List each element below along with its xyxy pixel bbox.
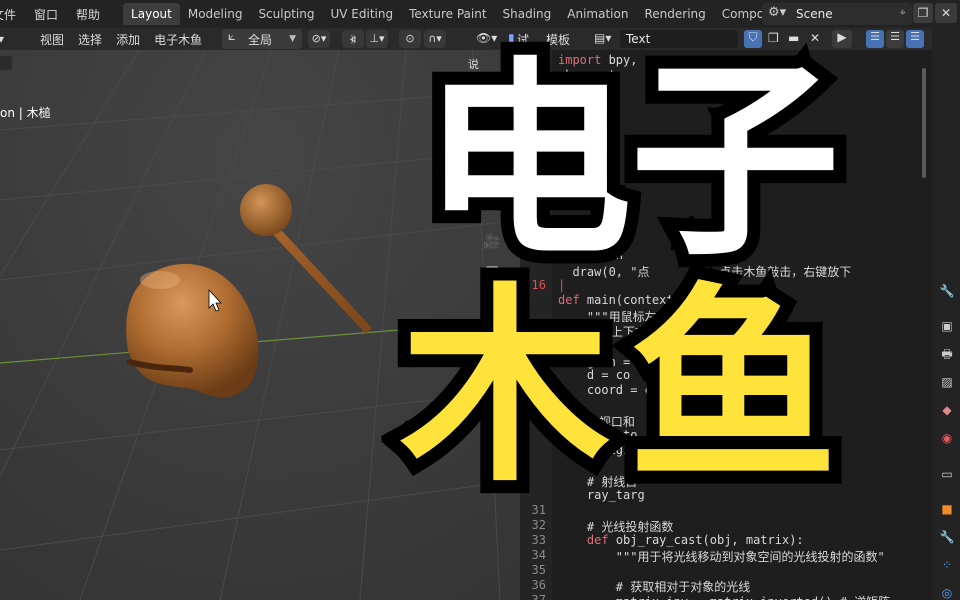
viewport-header: ▾ 视图 选择 添加 电子木鱼 ⟀ 全局 ▼ ⊘▾ ⦖ ⊥▾ ⊙ ∩▾ [0, 28, 470, 50]
menu-view[interactable]: 视图 [33, 31, 71, 48]
editor-scrollbar[interactable] [922, 68, 926, 178]
menu-select[interactable]: 选择 [71, 31, 109, 48]
menu-file[interactable]: 文件 [0, 6, 25, 23]
line-number: 32 [531, 518, 546, 532]
orientation-select[interactable]: ⟀ 全局 ▼ [222, 29, 302, 49]
word-wrap-icon[interactable]: ☰ [886, 30, 904, 48]
title-char-dian: 电 [409, 39, 645, 284]
code-text: def obj_ray_cast(obj, matrix): [586, 533, 804, 547]
line-number: 37 [531, 593, 546, 600]
active-object-label: on | 木槌 [0, 106, 51, 120]
title-char-mu: 木 [387, 265, 623, 510]
chevron-down-icon: ▼ [289, 34, 296, 44]
scene-selector[interactable]: ⚙▾ Scene ⌖ [762, 3, 912, 25]
menu-add[interactable]: 添加 [109, 31, 147, 48]
code-line[interactable]: 32 # 光线投射函数 [520, 518, 932, 534]
modifier-icon[interactable]: 🔧 [939, 529, 955, 545]
line-number: 35 [531, 563, 546, 577]
scene-icon: ⚙▾ [768, 5, 787, 20]
orientation-icon: ⟀ [228, 29, 236, 44]
tab-animation[interactable]: Animation [559, 3, 636, 25]
new-window-icon[interactable]: ❐ [913, 3, 933, 23]
menu-window[interactable]: 窗口 [25, 6, 67, 23]
title-char-yu: 鱼 [615, 265, 851, 510]
output-icon[interactable]: 🖶 [939, 346, 955, 362]
menu-object[interactable]: 电子木鱼 [147, 31, 209, 48]
pivot-icon[interactable]: ⊘▾ [308, 30, 330, 48]
snap-target-icon[interactable]: ⊥▾ [366, 30, 388, 48]
particles-icon[interactable]: ⁘ [939, 557, 955, 573]
code-text: matrix_inv = matrix.inverted() # 逆矩阵 [558, 593, 890, 600]
scene-actions: ❐ ✕ [913, 3, 957, 23]
properties-tab-bar: 🔧 ▣ 🖶 ▨ ◆ ◉ ▭ ■ 🔧 ⁘ ◎ [932, 28, 960, 600]
mallet-head [240, 184, 292, 236]
mode-chevron-icon[interactable]: ▾ [0, 32, 11, 46]
code-line[interactable]: 35 [520, 563, 932, 578]
line-number: 34 [531, 548, 546, 562]
line-numbers-icon[interactable]: ☰ [866, 30, 884, 48]
code-line[interactable]: 34 """用于将光线移动到对象空间的光线投射的函数" [520, 548, 932, 564]
pin-icon[interactable]: ⌖ [900, 6, 906, 20]
tab-shading[interactable]: Shading [495, 3, 560, 25]
tab-uv-editing[interactable]: UV Editing [322, 3, 401, 25]
tab-texture-paint[interactable]: Texture Paint [401, 3, 494, 25]
render-icon[interactable]: ▣ [939, 318, 955, 334]
scene-name: Scene [796, 7, 833, 21]
overlay-title: 电 子 木 鱼 [380, 39, 853, 515]
snap-icon[interactable]: ⦖ [342, 30, 364, 48]
tab-rendering[interactable]: Rendering [636, 3, 713, 25]
line-number: 33 [531, 533, 546, 547]
collection-icon[interactable]: ▭ [939, 466, 955, 482]
title-char-zi: 子 [617, 39, 853, 284]
code-line[interactable]: 33 def obj_ray_cast(obj, matrix): [520, 533, 932, 548]
tab-sculpting[interactable]: Sculpting [250, 3, 322, 25]
code-line[interactable]: 36 # 获取相对于对象的光线 [520, 578, 932, 594]
orientation-value: 全局 [248, 32, 273, 47]
view-layer-icon[interactable]: ▨ [939, 374, 955, 390]
tab-layout[interactable]: Layout [123, 3, 180, 25]
tab-modeling[interactable]: Modeling [180, 3, 251, 25]
tool-icon[interactable]: 🔧 [939, 283, 955, 299]
syntax-icon[interactable]: ☰ [906, 30, 924, 48]
world-icon[interactable]: ◉ [939, 430, 955, 446]
proportional-edit-icon[interactable]: ⊙ [399, 30, 421, 48]
scene-props-icon[interactable]: ◆ [939, 402, 955, 418]
close-icon[interactable]: ✕ [935, 3, 957, 23]
object-icon[interactable]: ■ [939, 501, 955, 517]
line-number: 36 [531, 578, 546, 592]
menu-help[interactable]: 帮助 [67, 6, 109, 23]
workspace-tabs: Layout Modeling Sculpting UV Editing Tex… [123, 0, 838, 28]
code-line[interactable]: 37 matrix_inv = matrix.inverted() # 逆矩阵 [520, 593, 932, 600]
physics-icon[interactable]: ◎ [939, 585, 955, 600]
top-bar: 文件 窗口 帮助 Layout Modeling Sculpting UV Ed… [0, 0, 960, 28]
